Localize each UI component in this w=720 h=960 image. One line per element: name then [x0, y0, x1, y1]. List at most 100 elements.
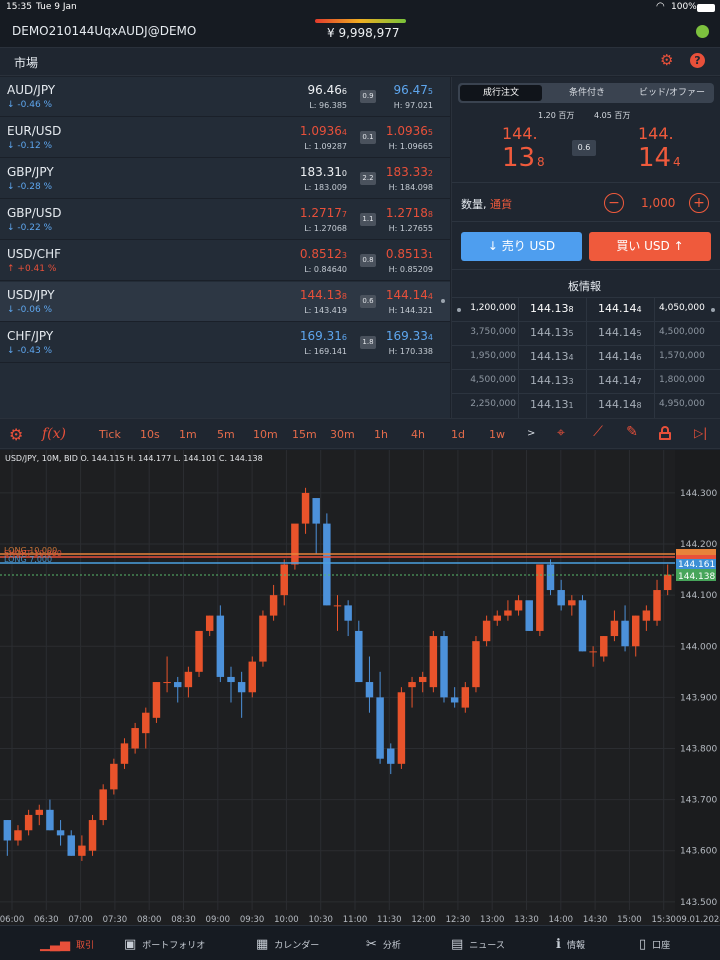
spread-badge: 2.2 — [360, 172, 376, 185]
ask-level-price[interactable]: 144.146 — [598, 350, 642, 363]
indicator-fx-button[interactable]: f(x) — [42, 426, 66, 442]
timeframe-1m[interactable]: 1m — [179, 428, 197, 441]
timeframe-30m[interactable]: 30m — [330, 428, 355, 441]
quantity-plus-button[interactable]: + — [689, 193, 709, 213]
low-price: L: 169.141 — [304, 347, 347, 356]
watchlist-row[interactable]: CHF/JPY ↓ -0.43 % 169.316 L: 169.141 1.8 169.… — [0, 323, 450, 363]
timeframe-10m[interactable]: 10m — [253, 428, 278, 441]
help-icon[interactable]: ? — [690, 53, 705, 68]
ask-price[interactable]: 96.475 — [394, 83, 433, 97]
ask-price[interactable]: 144.144 — [386, 288, 433, 302]
nav-news[interactable]: ▤ ニュース — [451, 934, 505, 954]
gear-icon[interactable]: ⚙ — [660, 51, 673, 69]
candle-body — [514, 600, 523, 611]
order-book-title: 板情報 — [568, 280, 601, 293]
spread-badge: 0.1 — [360, 131, 376, 144]
candle-body — [536, 564, 544, 631]
position-line-label: LONG 7,000 — [4, 555, 52, 564]
nav-tools[interactable]: ✂ 分析 — [366, 934, 401, 954]
ask-price[interactable]: 169.334 — [386, 329, 433, 343]
bid-price[interactable]: 183.310 — [300, 165, 347, 179]
nav-briefcase[interactable]: ▣ ポートフォリオ — [124, 934, 205, 954]
bid-price[interactable]: 1.27177 — [300, 206, 347, 220]
watchlist-row[interactable]: GBP/USD ↓ -0.22 % 1.27177 L: 1.27068 1.1 1.27… — [0, 200, 450, 240]
buy-button[interactable]: 買い USD ↑ — [589, 232, 711, 261]
nav-account[interactable]: ▯ 口座 — [639, 934, 670, 954]
tab-bid-offer[interactable]: ビッド/オファー — [630, 85, 714, 101]
candle-body — [397, 692, 406, 764]
column-divider — [654, 394, 655, 418]
bid-price[interactable]: 0.85123 — [300, 247, 347, 261]
trendline-icon[interactable]: ⟋ — [587, 424, 609, 442]
wifi-icon: ◠ — [656, 1, 665, 12]
timeframe-4h[interactable]: 4h — [411, 428, 425, 441]
bid-level-price[interactable]: 144.134 — [530, 350, 574, 363]
chart-toolbar: ⚙ f(x) > ⌖ ⟋ ✎ ▷| Tick 10s 1m 5m 10m 15m 30m 1h… — [0, 418, 720, 449]
quantity-unit[interactable]: 通貨 — [490, 196, 512, 212]
column-divider — [518, 346, 519, 370]
bid-price[interactable]: 1.09364 — [300, 124, 347, 138]
ask-price[interactable]: 183.332 — [386, 165, 433, 179]
market-bar: 市場 ⚙ ? — [0, 48, 720, 76]
high-price: H: 144.321 — [388, 306, 433, 315]
watchlist-row[interactable]: USD/JPY ↓ -0.06 % 144.138 L: 143.419 0.6 144.… — [0, 282, 450, 322]
sell-button[interactable]: ↓ 売り USD — [461, 232, 582, 261]
ask-price[interactable]: 0.85131 — [386, 247, 433, 261]
watchlist-row[interactable]: GBP/JPY ↓ -0.28 % 183.310 L: 183.009 2.2 183.… — [0, 159, 450, 199]
ask-price[interactable]: 1.27188 — [386, 206, 433, 220]
quantity-minus-button[interactable]: − — [604, 193, 624, 213]
watchlist-row[interactable]: EUR/USD ↓ -0.12 % 1.09364 L: 1.09287 0.1 1.09… — [0, 118, 450, 158]
timeframe-10s[interactable]: 10s — [140, 428, 160, 441]
briefcase-icon: ▣ — [124, 936, 137, 952]
timeframe-1h[interactable]: 1h — [374, 428, 388, 441]
crosshair-icon[interactable]: ⌖ — [551, 425, 571, 441]
lock-icon[interactable] — [659, 426, 671, 440]
bid-price[interactable]: 169.316 — [300, 329, 347, 343]
bid-price[interactable]: 96.466 — [308, 83, 347, 97]
low-price: L: 183.009 — [304, 183, 347, 192]
candle-body — [408, 682, 416, 688]
status-time: 15:35 — [6, 2, 32, 12]
symbol-name: USD/JPY — [7, 288, 55, 302]
bid-price[interactable]: 144.138 — [300, 288, 347, 302]
ask-level-price[interactable]: 144.147 — [598, 374, 642, 387]
tab-conditional-order[interactable]: 条件付き — [546, 85, 628, 101]
chart-settings-gear-icon[interactable]: ⚙ — [9, 425, 23, 444]
ask-level-price[interactable]: 144.144 — [598, 302, 642, 315]
candle-body — [46, 809, 54, 831]
account-id[interactable]: DEMO210144UqxAUDJ@DEMO — [12, 24, 196, 38]
candle-body — [461, 687, 470, 708]
timeframe-15m[interactable]: 15m — [292, 428, 317, 441]
nav-calendar[interactable]: ▦ カレンダー — [256, 934, 319, 954]
price-chart[interactable]: USD/JPY, 10M, BID O. 144.115 H. 144.177 … — [0, 450, 720, 925]
timeframe-1d[interactable]: 1d — [451, 428, 465, 441]
bid-level-price[interactable]: 144.131 — [530, 398, 574, 411]
tab-market-order[interactable]: 成行注文 — [460, 85, 542, 101]
ask-level-price[interactable]: 144.145 — [598, 326, 642, 339]
ask-level-price[interactable]: 144.148 — [598, 398, 642, 411]
bid-level-price[interactable]: 144.135 — [530, 326, 574, 339]
timeframe-1w[interactable]: 1w — [489, 428, 505, 441]
timeframe-tick[interactable]: Tick — [99, 428, 121, 441]
candle-body — [280, 564, 288, 596]
x-tick-label: 15:00 — [617, 915, 642, 925]
bid-level-price[interactable]: 144.133 — [530, 374, 574, 387]
bid-level-price[interactable]: 144.138 — [530, 302, 574, 315]
ask-price[interactable]: 1.09365 — [386, 124, 433, 138]
account-icon: ▯ — [639, 936, 647, 952]
more-timeframes-button[interactable]: > — [527, 428, 535, 439]
watchlist-row[interactable]: AUD/JPY ↓ -0.46 % 96.466 L: 96.385 0.9 96.475… — [0, 77, 450, 117]
low-price: L: 1.27068 — [304, 224, 347, 233]
nav-chart[interactable]: ▁▃▅ 取引 — [40, 934, 94, 954]
sell-price[interactable]: 144. 13 8 — [472, 121, 552, 176]
margin-meter — [315, 19, 406, 23]
skip-to-end-icon[interactable]: ▷| — [694, 426, 707, 440]
x-tick-label: 08:00 — [137, 915, 162, 925]
timeframe-5m[interactable]: 5m — [217, 428, 235, 441]
y-tick-label: 144.100 — [680, 591, 717, 601]
nav-info[interactable]: ℹ 情報 — [556, 934, 585, 954]
buy-price[interactable]: 144. 14 4 — [608, 121, 698, 176]
quantity-input[interactable]: 1,000 — [641, 196, 675, 210]
watchlist-row[interactable]: USD/CHF ↑ +0.41 % 0.85123 L: 0.84640 0.8 0.85… — [0, 241, 450, 281]
pencil-icon[interactable]: ✎ — [624, 424, 640, 442]
